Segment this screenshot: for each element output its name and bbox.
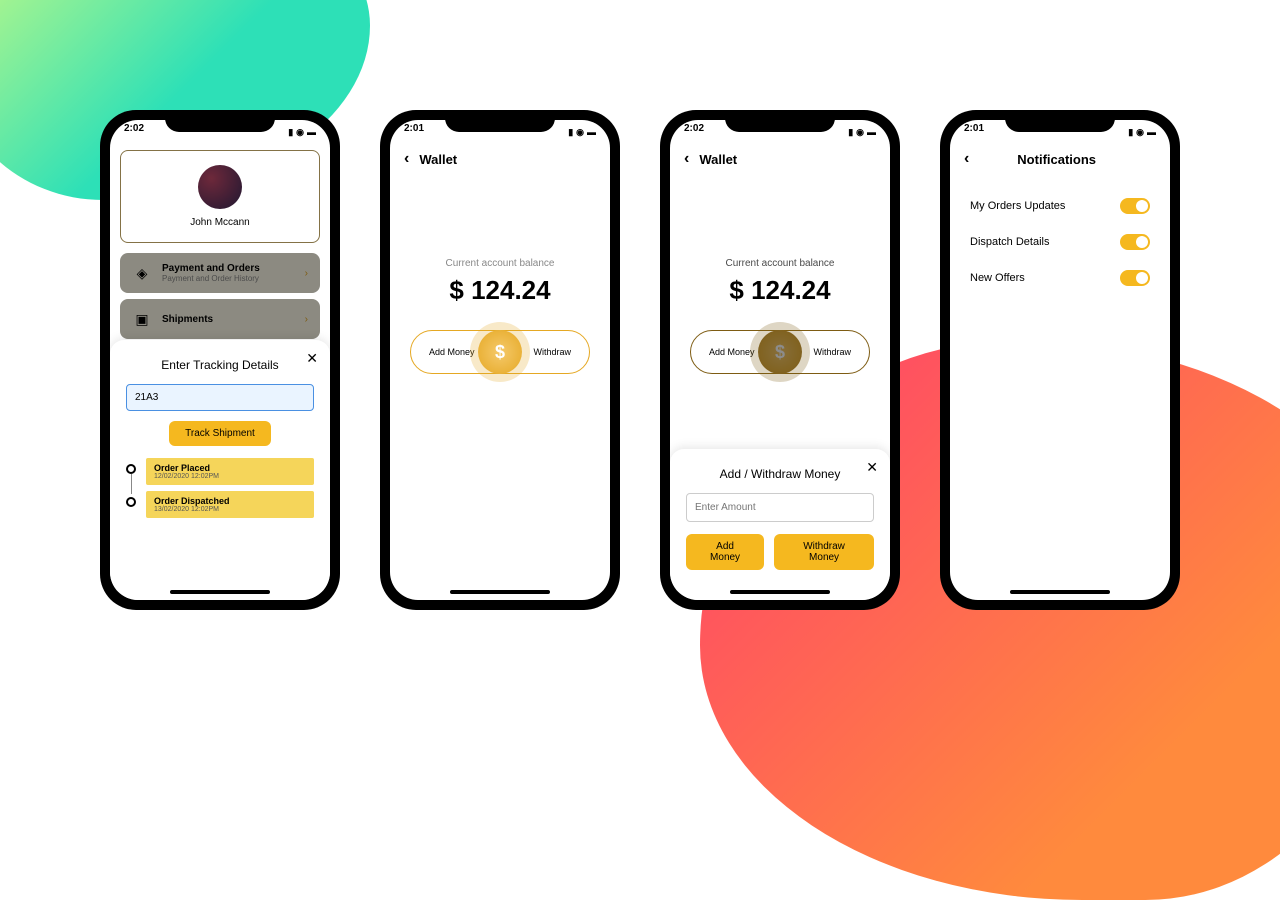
signal-icon: ▮ [568, 127, 573, 138]
wallet-actions: Add Money $ Withdraw [690, 330, 870, 374]
toggle-dispatch[interactable] [1120, 234, 1150, 250]
add-money-button[interactable]: Add Money [429, 347, 475, 357]
add-money-button[interactable]: Add Money [686, 534, 764, 570]
signal-icon: ▮ [1128, 127, 1133, 138]
wifi-icon: ◉ [296, 127, 304, 138]
home-indicator[interactable] [730, 590, 830, 594]
home-indicator[interactable] [450, 590, 550, 594]
battery-icon: ▬ [867, 127, 876, 137]
timeline-item: Order Dispatched13/02/2020 12:02PM [126, 491, 314, 518]
timeline: Order Placed12/02/2020 12:02PM Order Dis… [126, 458, 314, 518]
close-icon[interactable]: ✕ [866, 459, 878, 476]
chevron-right-icon: › [305, 314, 308, 325]
timeline-item: Order Placed12/02/2020 12:02PM [126, 458, 314, 485]
back-icon[interactable]: ‹ [964, 150, 969, 168]
page-title: Wallet [419, 152, 457, 167]
status-time: 2:02 [124, 123, 144, 141]
close-icon[interactable]: ✕ [306, 350, 318, 367]
sheet-title: Add / Withdraw Money [686, 467, 874, 481]
back-icon[interactable]: ‹ [404, 150, 409, 168]
track-shipment-button[interactable]: Track Shipment [169, 421, 271, 446]
notif-row-offers: New Offers [970, 260, 1150, 296]
phone-notifications: 2:01 ▮◉▬ ‹ Notifications My Orders Updates… [940, 110, 1180, 610]
signal-icon: ▮ [848, 127, 853, 138]
wifi-icon: ◉ [576, 127, 584, 138]
status-time: 2:01 [404, 123, 424, 141]
status-time: 2:02 [684, 123, 704, 141]
balance-label: Current account balance [390, 258, 610, 269]
withdraw-button[interactable]: Withdraw [533, 347, 571, 357]
status-time: 2:01 [964, 123, 984, 141]
page-title: Wallet [699, 152, 737, 167]
truck-icon: ▣ [132, 309, 152, 329]
notif-label: My Orders Updates [970, 200, 1065, 212]
amount-sheet: ✕ Add / Withdraw Money Add Money Withdra… [670, 449, 890, 600]
wifi-icon: ◉ [1136, 127, 1144, 138]
battery-icon: ▬ [1147, 127, 1156, 137]
dollar-icon: $ [478, 330, 522, 374]
tracking-sheet: ✕ Enter Tracking Details Track Shipment … [110, 340, 330, 600]
profile-card: John Mccann [120, 150, 320, 243]
notif-row-orders: My Orders Updates [970, 188, 1150, 224]
timeline-dot-icon [126, 464, 136, 474]
amount-input[interactable] [686, 493, 874, 522]
sheet-title: Enter Tracking Details [126, 358, 314, 372]
withdraw-button[interactable]: Withdraw [813, 347, 851, 357]
phone-wallet: 2:01▮◉▬ ‹Wallet Current account balance … [380, 110, 620, 610]
chevron-right-icon: › [305, 268, 308, 279]
phone-wallet-sheet: 2:02▮◉▬ ‹Wallet Current account balance … [660, 110, 900, 610]
balance-amount: $ 124.24 [390, 275, 610, 306]
timeline-dot-icon [126, 497, 136, 507]
wifi-icon: ◉ [856, 127, 864, 138]
back-icon[interactable]: ‹ [684, 150, 689, 168]
toggle-offers[interactable] [1120, 270, 1150, 286]
profile-name: John Mccann [131, 217, 309, 228]
notif-label: New Offers [970, 272, 1025, 284]
page-title: Notifications [979, 152, 1134, 167]
notif-row-dispatch: Dispatch Details [970, 224, 1150, 260]
home-indicator[interactable] [170, 590, 270, 594]
battery-icon: ▬ [587, 127, 596, 137]
tracking-input[interactable] [126, 384, 314, 411]
card-icon: ◈ [132, 263, 152, 283]
menu-payments[interactable]: ◈ Payment and OrdersPayment and Order Hi… [120, 253, 320, 293]
battery-icon: ▬ [307, 127, 316, 137]
home-indicator[interactable] [1010, 590, 1110, 594]
signal-icon: ▮ [288, 127, 293, 138]
withdraw-money-button[interactable]: Withdraw Money [774, 534, 874, 570]
add-money-button[interactable]: Add Money [709, 347, 755, 357]
toggle-orders[interactable] [1120, 198, 1150, 214]
wallet-actions: Add Money $ Withdraw [410, 330, 590, 374]
phone-tracking: 2:02 ▮◉▬ John Mccann ◈ Payment and Orders… [100, 110, 340, 610]
notif-label: Dispatch Details [970, 236, 1049, 248]
menu-shipments[interactable]: ▣ Shipments › [120, 299, 320, 339]
avatar [198, 165, 242, 209]
balance-label: Current account balance [670, 258, 890, 269]
balance-amount: $ 124.24 [670, 275, 890, 306]
dollar-icon: $ [758, 330, 802, 374]
